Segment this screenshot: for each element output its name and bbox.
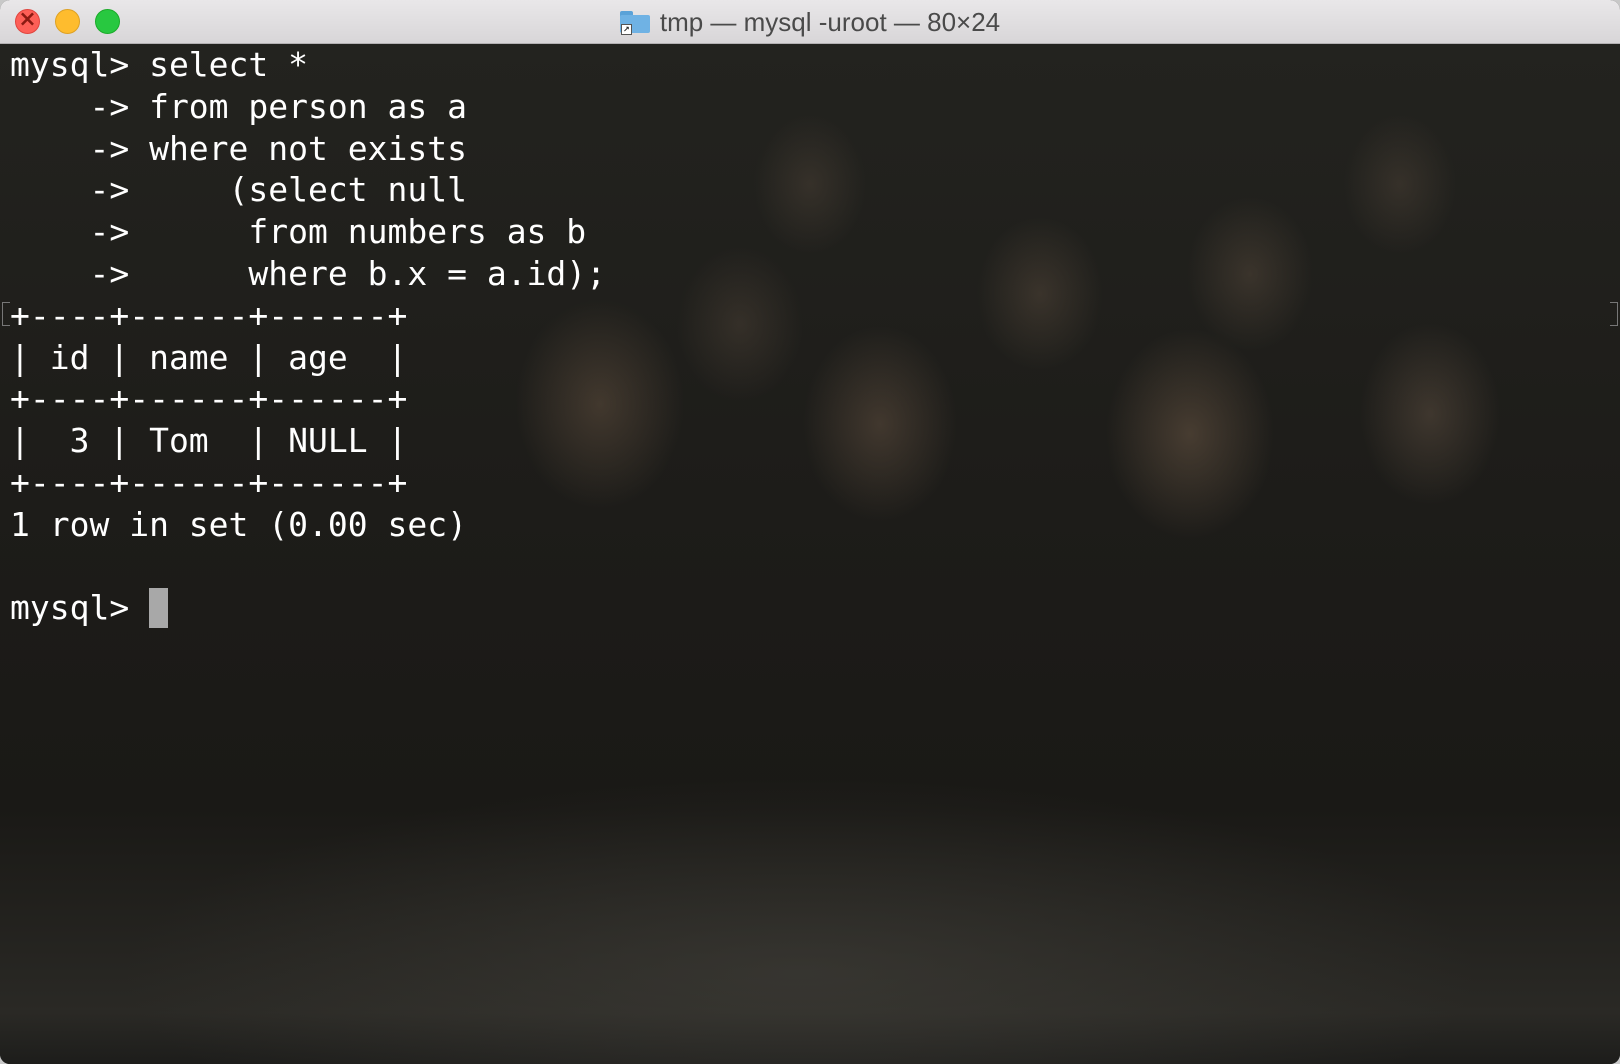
terminal-line: | id | name | age |	[10, 337, 408, 377]
title-bar[interactable]: ↗ tmp — mysql -uroot — 80×24	[0, 0, 1620, 44]
terminal-line: +----+------+------+	[10, 295, 408, 335]
terminal-line: -> where b.x = a.id);	[10, 253, 607, 293]
terminal-line: -> from person as a	[10, 86, 467, 126]
terminal-line: +----+------+------+	[10, 462, 408, 502]
text-cursor	[149, 587, 169, 628]
terminal-content[interactable]: mysql> select * -> from person as a -> w…	[0, 44, 1620, 1064]
terminal-window: ↗ tmp — mysql -uroot — 80×24 mysql> sele…	[0, 0, 1620, 1064]
terminal-output: mysql> select * -> from person as a -> w…	[10, 44, 1610, 629]
terminal-line: +----+------+------+	[10, 379, 408, 419]
folder-icon: ↗	[619, 11, 650, 35]
terminal-line: -> from numbers as b	[10, 212, 587, 252]
prompt-line[interactable]: mysql>	[10, 587, 1610, 629]
terminal-line: mysql> select *	[10, 45, 309, 84]
scroll-marker-left	[2, 302, 10, 326]
prompt-text: mysql>	[10, 588, 150, 628]
window-title-group: ↗ tmp — mysql -uroot — 80×24	[0, 0, 1620, 44]
terminal-line: -> (select null	[10, 170, 467, 210]
terminal-line: -> where not exists	[10, 128, 467, 168]
terminal-line: 1 row in set (0.00 sec)	[10, 504, 467, 544]
terminal-line: | 3 | Tom | NULL |	[10, 421, 408, 461]
scroll-marker-right	[1610, 302, 1618, 326]
window-title: tmp — mysql -uroot — 80×24	[659, 6, 1001, 37]
